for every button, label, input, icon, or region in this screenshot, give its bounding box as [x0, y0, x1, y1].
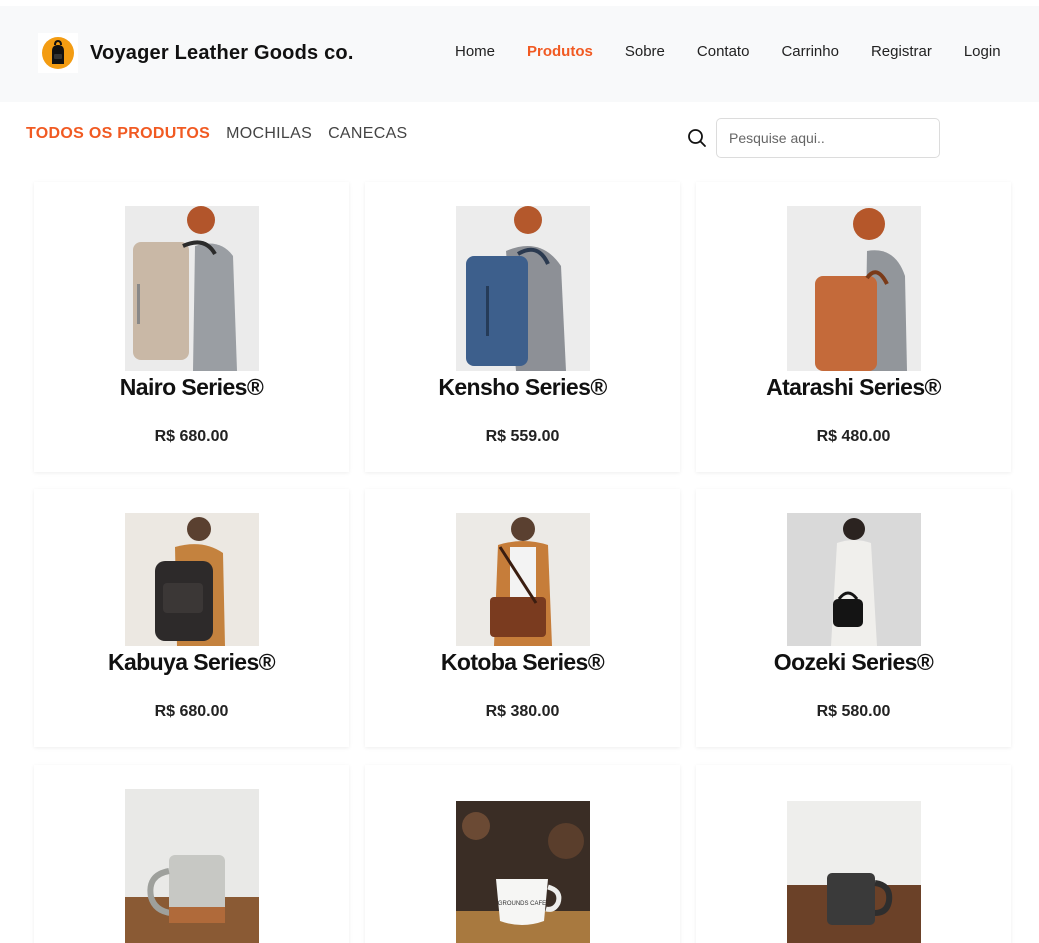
category-mochilas[interactable]: MOCHILAS [226, 125, 312, 143]
search-input[interactable] [716, 118, 940, 158]
product-price: R$ 580.00 [816, 703, 891, 720]
nav-sobre[interactable]: Sobre [625, 43, 665, 60]
brand-name: Voyager Leather Goods co. [90, 41, 354, 64]
product-title[interactable]: Oozeki Series® [696, 649, 1011, 676]
product-title[interactable]: Atarashi Series® [696, 374, 1011, 401]
mug-label: GROUNDS CAFE [498, 901, 546, 907]
product-image[interactable] [125, 513, 259, 646]
product-image[interactable] [787, 206, 921, 371]
nav-registrar[interactable]: Registrar [871, 43, 932, 60]
product-image[interactable] [456, 206, 590, 371]
product-card[interactable] [34, 765, 349, 943]
product-card[interactable]: Kotoba Series® R$ 380.00 [365, 489, 680, 747]
product-price: R$ 480.00 [816, 428, 891, 445]
product-title[interactable]: Kabuya Series® [34, 649, 349, 676]
nav-home[interactable]: Home [455, 43, 495, 60]
product-price: R$ 680.00 [154, 703, 229, 720]
product-image[interactable] [787, 513, 921, 646]
product-image[interactable]: GROUNDS CAFE [456, 801, 590, 943]
nav-carrinho[interactable]: Carrinho [781, 43, 839, 60]
product-card[interactable]: Kensho Series® R$ 559.00 [365, 182, 680, 472]
product-title[interactable]: Kensho Series® [365, 374, 680, 401]
product-card[interactable]: Kabuya Series® R$ 680.00 [34, 489, 349, 747]
product-card[interactable]: GROUNDS CAFE [365, 765, 680, 943]
product-price: R$ 380.00 [485, 703, 560, 720]
product-card[interactable] [696, 765, 1011, 943]
backpack-icon [38, 33, 78, 73]
nav-login[interactable]: Login [964, 43, 1001, 60]
nav-produtos[interactable]: Produtos [527, 43, 593, 60]
product-title[interactable]: Kotoba Series® [365, 649, 680, 676]
main-nav: Home Produtos Sobre Contato Carrinho Reg… [455, 43, 1001, 60]
product-card[interactable]: Atarashi Series® R$ 480.00 [696, 182, 1011, 472]
nav-contato[interactable]: Contato [697, 43, 750, 60]
product-image[interactable] [787, 801, 921, 943]
product-card[interactable]: Oozeki Series® R$ 580.00 [696, 489, 1011, 747]
product-title[interactable]: Nairo Series® [34, 374, 349, 401]
product-image[interactable] [125, 206, 259, 371]
product-image[interactable] [125, 789, 259, 943]
category-filter: TODOS OS PRODUTOS MOCHILAS CANECAS [26, 125, 424, 143]
search-icon[interactable] [687, 128, 707, 148]
product-image[interactable] [456, 513, 590, 646]
product-card[interactable]: Nairo Series® R$ 680.00 [34, 182, 349, 472]
site-header: Voyager Leather Goods co. Home Produtos … [0, 6, 1039, 102]
category-canecas[interactable]: CANECAS [328, 125, 407, 143]
category-all[interactable]: TODOS OS PRODUTOS [26, 125, 210, 143]
product-price: R$ 680.00 [154, 428, 229, 445]
brand-link[interactable]: Voyager Leather Goods co. [38, 33, 354, 73]
product-price: R$ 559.00 [485, 428, 560, 445]
